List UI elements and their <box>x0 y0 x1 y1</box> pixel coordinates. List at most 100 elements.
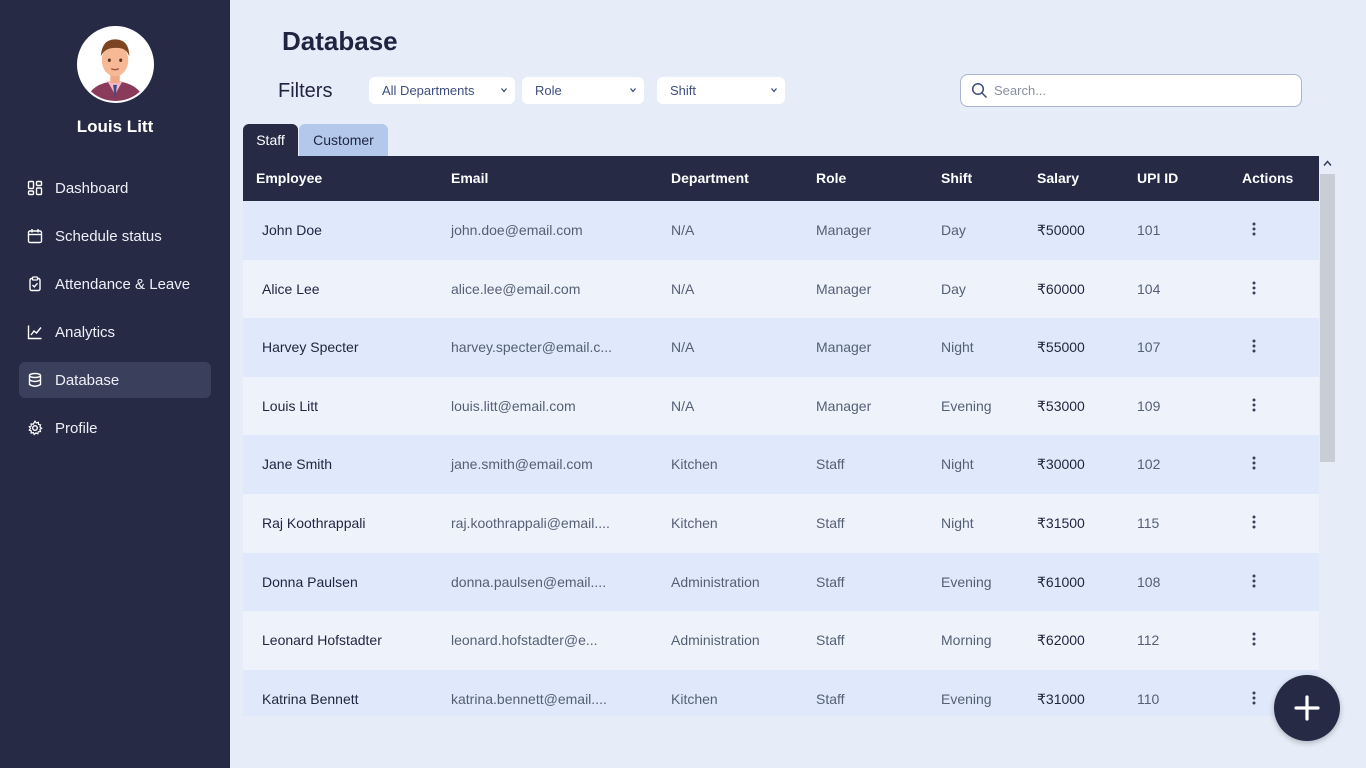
scroll-up-arrow-icon[interactable] <box>1322 158 1333 169</box>
cell-employee: Alice Lee <box>262 280 320 297</box>
cell-upi-id: 115 <box>1137 514 1160 531</box>
cell-email: harvey.specter@email.c... <box>451 339 613 356</box>
table-row[interactable]: John Doe john.doe@email.com N/A Manager … <box>243 201 1319 260</box>
cell-employee: Jane Smith <box>262 456 333 473</box>
table-scrollbar[interactable] <box>1319 156 1336 716</box>
cell-department: Kitchen <box>671 514 718 531</box>
table-row[interactable]: Raj Koothrappali raj.koothrappali@email.… <box>243 493 1319 553</box>
cell-department: Administration <box>671 632 760 649</box>
cell-email: donna.paulsen@email.... <box>451 573 607 590</box>
table-row[interactable]: Donna Paulsen donna.paulsen@email.... Ad… <box>243 552 1319 612</box>
column-header-salary[interactable]: Salary <box>1037 170 1079 186</box>
cell-role: Manager <box>816 222 872 238</box>
line-chart-icon <box>27 324 43 340</box>
add-button[interactable] <box>1274 675 1340 741</box>
cell-salary: ₹31500 <box>1037 514 1085 531</box>
column-header-shift[interactable]: Shift <box>941 170 972 186</box>
cell-role: Manager <box>816 397 872 414</box>
sidebar-item-schedule-status[interactable]: Schedule status <box>19 218 211 254</box>
scrollbar-thumb[interactable] <box>1320 174 1335 462</box>
cell-department: N/A <box>671 397 695 414</box>
more-vertical-icon[interactable] <box>1248 338 1260 354</box>
avatar[interactable] <box>77 26 154 103</box>
cell-department: Kitchen <box>671 690 718 707</box>
sidebar-item-label: Analytics <box>55 323 116 341</box>
table-row[interactable]: Leonard Hofstadter leonard.hofstadter@e.… <box>243 611 1319 670</box>
more-vertical-icon[interactable] <box>1248 573 1260 589</box>
cell-salary: ₹61000 <box>1037 573 1085 590</box>
cell-employee: Donna Paulsen <box>262 573 358 590</box>
column-header-actions: Actions <box>1242 170 1294 186</box>
tab-customer[interactable]: Customer <box>299 124 388 156</box>
cell-role: Staff <box>816 690 845 707</box>
table-row[interactable]: Harvey Specter harvey.specter@email.c...… <box>243 318 1319 377</box>
department-filter-value: All Departments <box>382 83 475 98</box>
sidebar-item-profile[interactable]: Profile <box>19 410 211 446</box>
more-vertical-icon[interactable] <box>1248 397 1260 413</box>
cell-role: Staff <box>816 514 845 531</box>
department-filter-select[interactable]: All Departments <box>369 77 515 104</box>
cell-upi-id: 104 <box>1137 280 1161 297</box>
cell-role: Manager <box>816 280 872 297</box>
cell-shift: Night <box>941 514 974 531</box>
cell-shift: Evening <box>941 573 992 590</box>
column-header-employee[interactable]: Employee <box>256 170 322 186</box>
cell-shift: Day <box>941 280 966 297</box>
chevron-down-icon <box>501 88 507 93</box>
search-input[interactable] <box>994 83 1284 98</box>
sidebar-item-database[interactable]: Database <box>19 362 211 398</box>
cell-employee: Louis Litt <box>262 397 319 414</box>
cell-upi-id: 112 <box>1137 632 1160 649</box>
cell-upi-id: 109 <box>1137 397 1161 414</box>
cell-employee: Leonard Hofstadter <box>262 632 382 649</box>
more-vertical-icon[interactable] <box>1248 280 1260 296</box>
cell-upi-id: 108 <box>1137 573 1161 590</box>
cell-role: Staff <box>816 573 845 590</box>
more-vertical-icon[interactable] <box>1248 221 1260 237</box>
sidebar-item-dashboard[interactable]: Dashboard <box>19 170 211 206</box>
column-header-department[interactable]: Department <box>671 170 749 186</box>
column-header-upi-id[interactable]: UPI ID <box>1137 170 1178 186</box>
table-row[interactable]: Alice Lee alice.lee@email.com N/A Manage… <box>243 259 1319 319</box>
cell-shift: Day <box>941 222 966 238</box>
role-filter-select[interactable]: Role <box>522 77 644 104</box>
table-row[interactable]: Louis Litt louis.litt@email.com N/A Mana… <box>243 376 1319 436</box>
tab-staff[interactable]: Staff <box>243 124 298 156</box>
sidebar-item-label: Schedule status <box>55 227 162 245</box>
calendar-icon <box>27 228 43 244</box>
cell-email: louis.litt@email.com <box>451 397 576 414</box>
sidebar-item-label: Profile <box>55 419 98 437</box>
cell-salary: ₹30000 <box>1037 456 1085 473</box>
user-name: Louis Litt <box>76 117 154 136</box>
cell-email: jane.smith@email.com <box>451 456 593 473</box>
cell-department: N/A <box>671 222 695 238</box>
cell-salary: ₹60000 <box>1037 280 1085 297</box>
cell-department: Administration <box>671 573 760 590</box>
more-vertical-icon[interactable] <box>1248 690 1260 706</box>
cell-role: Manager <box>816 339 872 356</box>
sidebar-item-analytics[interactable]: Analytics <box>19 314 211 350</box>
cell-salary: ₹53000 <box>1037 397 1085 414</box>
gear-icon <box>27 420 43 436</box>
cell-email: raj.koothrappali@email.... <box>451 514 610 531</box>
cell-upi-id: 102 <box>1137 456 1161 473</box>
cell-shift: Evening <box>941 690 992 707</box>
column-header-role[interactable]: Role <box>816 170 846 186</box>
cell-employee: Raj Koothrappali <box>262 514 366 531</box>
sidebar-nav: Dashboard Schedule status Attendance & L… <box>19 170 211 458</box>
table-row[interactable]: Katrina Bennett katrina.bennett@email...… <box>243 669 1319 716</box>
cell-shift: Morning <box>941 632 992 649</box>
shift-filter-select[interactable]: Shift <box>657 77 785 104</box>
more-vertical-icon[interactable] <box>1248 455 1260 471</box>
page-title: Database <box>282 26 398 56</box>
more-vertical-icon[interactable] <box>1248 514 1260 530</box>
table-row[interactable]: Jane Smith jane.smith@email.com Kitchen … <box>243 435 1319 494</box>
more-vertical-icon[interactable] <box>1248 631 1260 647</box>
column-header-email[interactable]: Email <box>451 170 488 186</box>
sidebar-item-attendance-leave[interactable]: Attendance & Leave <box>19 266 211 302</box>
role-filter-value: Role <box>535 83 562 98</box>
cell-email: leonard.hofstadter@e... <box>451 632 598 649</box>
cell-salary: ₹50000 <box>1037 222 1085 238</box>
cell-email: alice.lee@email.com <box>451 280 581 297</box>
cell-salary: ₹31000 <box>1037 690 1085 707</box>
